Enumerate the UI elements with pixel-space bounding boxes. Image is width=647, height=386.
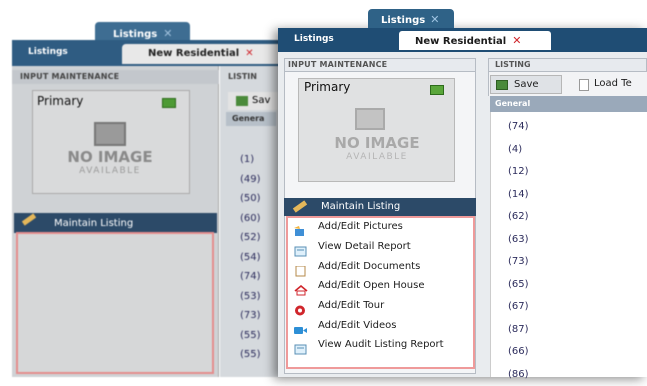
menu-item-add-edit-videos[interactable]: Add/Edit Videos <box>318 320 397 331</box>
list-item: (50) <box>240 189 261 209</box>
tour-icon <box>294 301 307 311</box>
pictures-icon <box>294 222 307 232</box>
add-photo-icon[interactable] <box>162 98 176 108</box>
audit-report-icon <box>294 340 307 350</box>
list-item: (14) <box>508 184 529 207</box>
menu-item-add-edit-tour[interactable]: Add/Edit Tour <box>318 300 384 311</box>
list-item: (4) <box>508 139 529 162</box>
list-item: (86) <box>508 364 529 386</box>
list-item: (73) <box>508 251 529 274</box>
list-item: (60) <box>240 209 261 229</box>
list-item: (62) <box>508 206 529 229</box>
panel-header: INPUT MAINTENANCE <box>284 58 476 72</box>
close-icon[interactable]: ✕ <box>512 34 521 47</box>
list-item: (74) <box>508 116 529 139</box>
new-residential-tab[interactable]: New Residential ✕ <box>122 44 287 64</box>
close-icon[interactable]: ✕ <box>245 48 253 59</box>
list-item: (73) <box>240 306 261 326</box>
list-item: (66) <box>508 341 529 364</box>
report-icon <box>294 242 307 252</box>
list-item: (1) <box>240 150 261 170</box>
image-label: Primary <box>304 80 350 94</box>
general-section-header: General <box>490 96 647 112</box>
tab-label: New Residential <box>148 48 239 59</box>
open-house-icon <box>294 281 307 291</box>
save-icon <box>236 96 248 106</box>
list-item: (54) <box>240 248 261 268</box>
close-icon[interactable]: ✕ <box>163 27 172 40</box>
nav-label[interactable]: Listings <box>28 47 68 57</box>
no-image-subtitle: AVAILABLE <box>318 150 436 164</box>
list-item: (53) <box>240 287 261 307</box>
nav-label[interactable]: Listings <box>294 34 334 44</box>
menu-item-add-edit-pictures[interactable]: Add/Edit Pictures <box>318 221 403 232</box>
save-icon <box>496 80 508 90</box>
menu-item-add-edit-open-house[interactable]: Add/Edit Open House <box>318 280 425 291</box>
no-image-text: NO IMAGEAVAILABLE <box>50 150 170 178</box>
menu-item-add-edit-documents[interactable]: Add/Edit Documents <box>318 261 420 272</box>
list-item: (67) <box>508 296 529 319</box>
document-icon <box>294 262 307 272</box>
list-item: (87) <box>508 319 529 342</box>
list-item: (63) <box>508 229 529 252</box>
no-image-text: NO IMAGEAVAILABLE <box>318 136 436 164</box>
panel-header: LISTING <box>488 58 647 72</box>
menu-item-view-audit-listing-report[interactable]: View Audit Listing Report <box>318 339 444 350</box>
maintain-listing-bar[interactable]: Maintain Listing <box>284 198 476 216</box>
list-item: (12) <box>508 161 529 184</box>
menu-item-view-detail-report[interactable]: View Detail Report <box>318 241 411 252</box>
list-item: (49) <box>240 170 261 190</box>
back-value-list: (1) (49) (50) (60) (52) (54) (74) (53) (… <box>240 150 261 365</box>
tab-label: New Residential <box>415 36 506 47</box>
list-item: (55) <box>240 345 261 365</box>
general-section-header: Genera <box>226 112 276 126</box>
front-value-list: (74) (4) (12) (14) (62) (63) (73) (65) (… <box>508 116 529 386</box>
close-icon[interactable]: ✕ <box>430 13 439 26</box>
list-item: (55) <box>240 326 261 346</box>
photo-placeholder-icon <box>355 108 385 130</box>
video-icon <box>294 321 307 331</box>
list-item: (74) <box>240 267 261 287</box>
panel-header: LISTIN <box>224 70 274 84</box>
list-item: (65) <box>508 274 529 297</box>
new-residential-tab[interactable]: New Residential ✕ <box>399 31 551 50</box>
maintain-listing-bar[interactable]: Maintain Listing <box>14 213 217 233</box>
panel-header: INPUT MAINTENANCE <box>12 70 219 84</box>
photo-placeholder-icon <box>94 122 126 146</box>
tab-label: Listings <box>113 29 157 40</box>
image-label: Primary <box>37 94 83 108</box>
add-photo-icon[interactable] <box>430 85 444 95</box>
maintain-menu-area <box>16 232 214 374</box>
no-image-subtitle: AVAILABLE <box>50 164 170 178</box>
template-icon <box>579 79 589 91</box>
list-item: (52) <box>240 228 261 248</box>
tab-label: Listings <box>381 15 425 26</box>
